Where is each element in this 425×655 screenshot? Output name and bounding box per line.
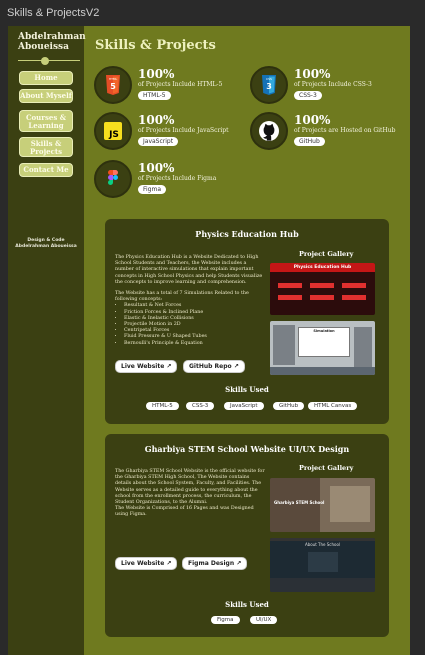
screenshot-caption: Gharbiya STEM School bbox=[274, 500, 325, 505]
nav-about-myself[interactable]: About Myself bbox=[19, 89, 73, 103]
project-title: Gharbiya STEM School Website UI/UX Desig… bbox=[144, 444, 350, 454]
skill-figma: 100% of Projects Include Figma Figma bbox=[94, 160, 244, 200]
button-label: GitHub Repo bbox=[189, 363, 232, 370]
credit-line2: Abdelrahman Aboueissa bbox=[15, 244, 77, 249]
project-paragraph: The Website is Comprised of 16 Pages and… bbox=[115, 506, 254, 518]
concept-list: Resultant & Net Forces Friction Forces &… bbox=[115, 303, 265, 346]
sidebar-name-last: Aboueissa bbox=[18, 42, 69, 52]
live-website-button[interactable]: Live Website ↗ bbox=[115, 557, 178, 570]
design-credit: Design & Code Abdelrahman Aboueissa bbox=[8, 238, 84, 250]
button-label: Figma Design bbox=[188, 560, 235, 567]
skill-tag: CSS-3 bbox=[294, 91, 322, 100]
external-link-icon: ↗ bbox=[166, 363, 172, 370]
skill-description: of Projects Include JavaScript bbox=[138, 127, 229, 134]
sidebar: Abdelrahman Aboueissa Home About Myself … bbox=[8, 26, 86, 655]
sidebar-divider bbox=[18, 60, 80, 61]
screenshot-header: Physics Education Hub bbox=[270, 263, 375, 272]
sidebar-name: Abdelrahman Aboueissa bbox=[18, 32, 86, 52]
skill-percent: 100% bbox=[294, 67, 331, 81]
project-paragraph: The Gharbiya STEM School Website is the … bbox=[115, 469, 265, 506]
project-card-gharbiya-stem: Gharbiya STEM School Website UI/UX Desig… bbox=[105, 434, 389, 637]
nav-home[interactable]: Home bbox=[19, 71, 73, 85]
skill-percent: 100% bbox=[138, 113, 175, 127]
window-titlebar: Skills & ProjectsV2 bbox=[0, 0, 425, 26]
project-description: The Gharbiya STEM School Website is the … bbox=[115, 469, 265, 519]
skill-ring bbox=[250, 112, 288, 150]
project-card-physics-hub: Physics Education Hub The Physics Educat… bbox=[105, 219, 389, 424]
gallery-screenshot[interactable]: About The School bbox=[270, 538, 375, 592]
skill-tag: HTML-5 bbox=[138, 91, 171, 100]
gallery-screenshot[interactable]: Gharbiya STEM School bbox=[270, 478, 375, 532]
skill-pill: HTML Canvas bbox=[308, 402, 358, 410]
external-link-icon: ↗ bbox=[233, 363, 239, 370]
button-label: Live Website bbox=[121, 363, 165, 370]
skill-tag: GitHub bbox=[294, 137, 325, 146]
svg-text:5: 5 bbox=[110, 82, 116, 91]
project-paragraph: The Website has a total of 7 Simulations… bbox=[115, 291, 249, 303]
skill-pill: HTML-5 bbox=[146, 402, 179, 410]
skill-description: of Projects Include HTML-5 bbox=[138, 81, 223, 88]
screenshot-caption: Simulation bbox=[313, 329, 335, 333]
github-repo-button[interactable]: GitHub Repo ↗ bbox=[183, 360, 245, 373]
skill-pill: Figma bbox=[211, 616, 240, 624]
skill-ring bbox=[94, 160, 132, 198]
button-label: Live Website bbox=[121, 560, 165, 567]
screenshot-caption: About The School bbox=[304, 542, 341, 547]
github-icon bbox=[259, 121, 279, 141]
svg-text:JS: JS bbox=[108, 130, 119, 140]
skill-pill: UI/UX bbox=[250, 616, 278, 624]
svg-text:CSS: CSS bbox=[266, 77, 272, 81]
skill-description: of Projects Include Figma bbox=[138, 175, 217, 182]
skill-pill: JavaScript bbox=[224, 402, 264, 410]
skill-javascript: JS 100% of Projects Include JavaScript J… bbox=[94, 112, 244, 152]
skills-used-title: Skills Used bbox=[225, 600, 269, 609]
svg-text:3: 3 bbox=[266, 82, 272, 91]
skill-css3: CSS 3 100% of Projects Include CSS-3 CSS… bbox=[250, 66, 400, 106]
skill-github: 100% of Projects are Hosted on GitHub Gi… bbox=[250, 112, 400, 152]
list-item: Bernoulli's Principle & Equation bbox=[124, 341, 265, 347]
skill-ring: JS bbox=[94, 112, 132, 150]
skill-tag: JavaScript bbox=[138, 137, 179, 146]
javascript-icon: JS bbox=[104, 122, 122, 140]
skill-percent: 100% bbox=[294, 113, 331, 127]
nav-contact-me[interactable]: Contact Me bbox=[19, 163, 73, 177]
external-link-icon: ↗ bbox=[236, 560, 242, 567]
nav-courses-learning[interactable]: Courses & Learning bbox=[19, 110, 73, 132]
skill-ring: CSS 3 bbox=[250, 66, 288, 104]
skill-percent: 100% bbox=[138, 161, 175, 175]
project-description: The Physics Education Hub is a Website D… bbox=[115, 255, 265, 347]
skill-percent: 100% bbox=[138, 67, 175, 81]
gallery-title: Project Gallery bbox=[299, 464, 354, 472]
page-title: Skills & Projects bbox=[95, 38, 216, 53]
nav-skills-projects[interactable]: Skills & Projects bbox=[19, 137, 73, 157]
skill-pill: GitHub bbox=[273, 402, 305, 410]
css3-icon: CSS 3 bbox=[262, 75, 276, 95]
skill-html5: HTML 5 100% of Projects Include HTML-5 H… bbox=[94, 66, 244, 106]
figma-design-button[interactable]: Figma Design ↗ bbox=[182, 557, 248, 570]
gallery-title: Project Gallery bbox=[299, 250, 354, 258]
project-paragraph: The Physics Education Hub is a Website D… bbox=[115, 255, 263, 285]
sidebar-divider-dot bbox=[41, 57, 49, 65]
skill-ring: HTML 5 bbox=[94, 66, 132, 104]
window-title: Skills & ProjectsV2 bbox=[7, 7, 100, 19]
gallery-screenshot[interactable]: Physics Education Hub bbox=[270, 263, 375, 315]
page-frame: Abdelrahman Aboueissa Home About Myself … bbox=[8, 26, 410, 655]
skill-description: of Projects are Hosted on GitHub bbox=[294, 127, 396, 134]
live-website-button[interactable]: Live Website ↗ bbox=[115, 360, 178, 373]
skills-used-title: Skills Used bbox=[225, 385, 269, 394]
html5-icon: HTML 5 bbox=[106, 75, 120, 95]
gallery-screenshot[interactable]: Simulation bbox=[270, 321, 375, 375]
project-title: Physics Education Hub bbox=[195, 229, 299, 239]
skill-tag: Figma bbox=[138, 185, 167, 194]
external-link-icon: ↗ bbox=[166, 560, 172, 567]
sidebar-name-first: Abdelrahman bbox=[18, 32, 86, 42]
skill-description: of Projects Include CSS-3 bbox=[294, 81, 372, 88]
figma-icon bbox=[108, 170, 118, 185]
svg-text:HTML: HTML bbox=[109, 77, 118, 81]
skill-pill: CSS-3 bbox=[186, 402, 215, 410]
